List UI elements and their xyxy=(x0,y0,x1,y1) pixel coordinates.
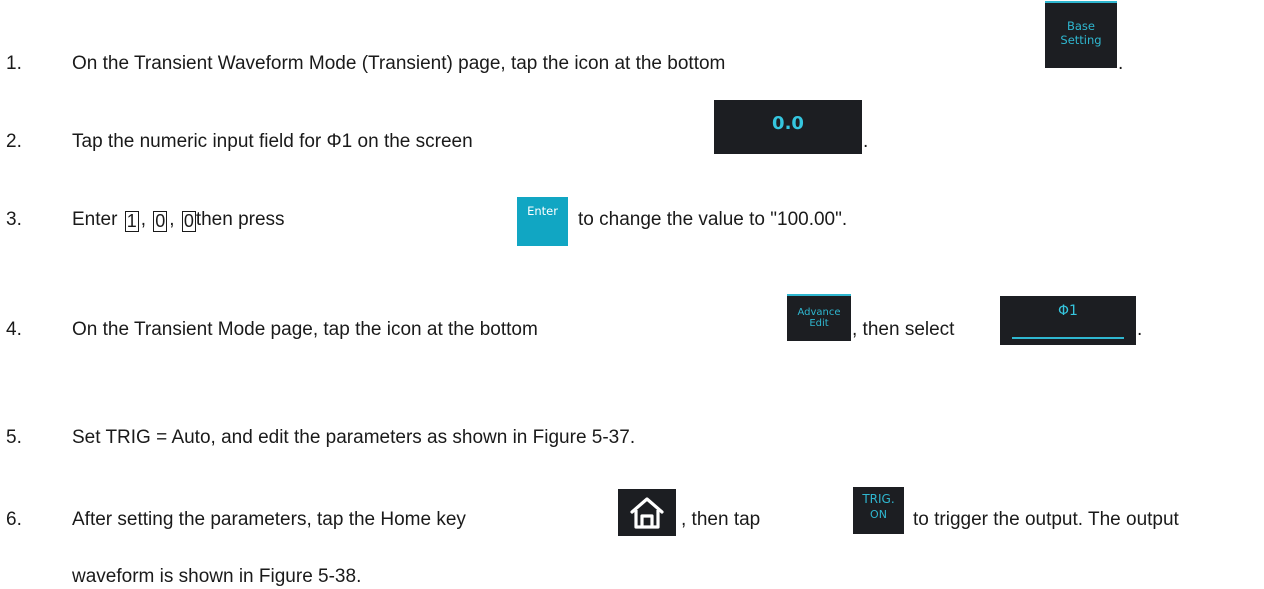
step-end-punct: . xyxy=(1118,53,1124,74)
step-number: 5. xyxy=(6,427,22,448)
trig-label: TRIG. xyxy=(862,492,895,506)
base-setting-button[interactable]: Base Setting xyxy=(1045,1,1117,68)
step-end-punct: . xyxy=(1137,319,1143,340)
step-text: Set TRIG = Auto, and edit the parameters… xyxy=(72,427,636,448)
step-text: After setting the parameters, tap the Ho… xyxy=(72,509,466,530)
key-0: 0 xyxy=(153,211,168,232)
key-0: 0 xyxy=(181,211,196,232)
step-text: Enter 1, 0, 0 then press xyxy=(72,209,285,232)
step-text-post: to change the value to "100.00". xyxy=(578,209,848,230)
advance-edit-button[interactable]: Advance Edit xyxy=(787,294,851,341)
step-text-line2: waveform is shown in Figure 5-38. xyxy=(72,566,362,587)
step-text: On the Transient Waveform Mode (Transien… xyxy=(72,53,726,74)
phi1-tab-label: Φ1 xyxy=(1058,303,1078,319)
step-text: Tap the numeric input field for Φ1 on th… xyxy=(72,131,473,152)
enter-button[interactable]: Enter xyxy=(517,197,568,246)
step-text-mid: , then tap xyxy=(681,509,761,530)
home-icon xyxy=(630,496,664,529)
step-number: 6. xyxy=(6,509,22,530)
trig-on-button[interactable]: TRIG. ON xyxy=(853,487,904,534)
step-text-post: to trigger the output. The output xyxy=(913,509,1179,530)
on-label: ON xyxy=(870,508,887,521)
step-text: On the Transient Mode page, tap the icon… xyxy=(72,319,538,340)
step-number: 4. xyxy=(6,319,22,340)
selected-underline xyxy=(1012,337,1124,339)
home-button[interactable] xyxy=(618,489,676,536)
phi1-tab[interactable]: Φ1 xyxy=(1000,296,1136,345)
step-text-mid: , then select xyxy=(852,319,955,340)
step-number: 1. xyxy=(6,53,22,74)
step-number: 3. xyxy=(6,209,22,230)
step-number: 2. xyxy=(6,131,22,152)
step-end-punct: . xyxy=(863,131,869,152)
phi1-numeric-input[interactable]: 0.0 xyxy=(714,100,862,154)
key-1: 1 xyxy=(124,211,139,232)
